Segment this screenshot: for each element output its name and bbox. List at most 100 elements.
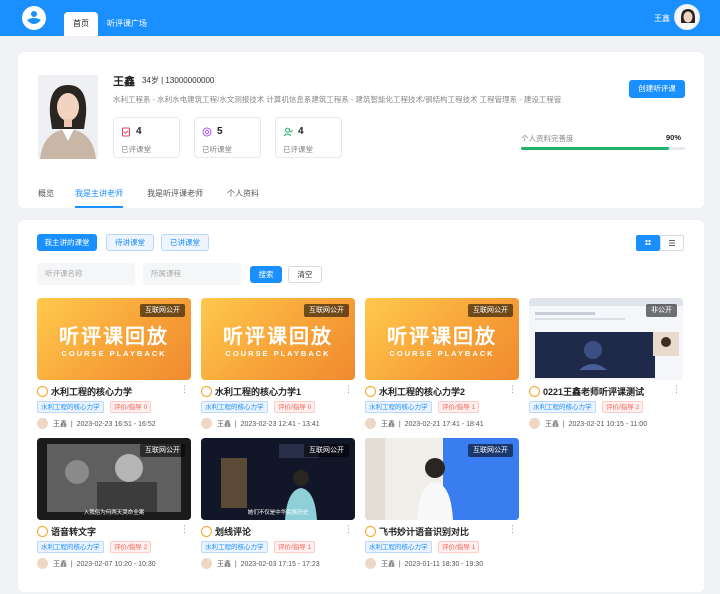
course-meta: 王鑫 | 2023-02-21 17:41 - 18:41 (381, 421, 484, 428)
grid-icon (645, 240, 651, 245)
course-thumbnail[interactable]: 听评课回放 COURSE PLAYBACK 互联网公开 (37, 298, 191, 380)
visibility-badge: 非公开 (646, 304, 677, 317)
course-thumbnail[interactable]: 互联网公开 她们不仅是中华民族历史 (201, 438, 355, 520)
search-button[interactable]: 搜索 (250, 266, 282, 283)
stat-label: 已听课堂 (202, 145, 232, 154)
stat-value: 4 (136, 126, 142, 137)
visibility-badge: 互联网公开 (304, 304, 349, 317)
tab-listen-teacher[interactable]: 我是听评课老师 (147, 188, 203, 208)
course-card[interactable]: 互联网公开 飞书妙计语音识别对比 ⋮ 水利工程的核心力学 评价/指导 1 王鑫 … (365, 438, 519, 578)
visibility-badge: 互联网公开 (140, 444, 185, 457)
filter-finished[interactable]: 已讲课堂 (161, 234, 209, 251)
playback-subtitle: COURSE PLAYBACK (389, 349, 495, 358)
course-card[interactable]: 听评课回放 COURSE PLAYBACK 互联网公开 水利工程的核心力学1 ⋮… (201, 298, 355, 438)
course-list-card: 我主讲的课堂 待讲课堂 已讲课堂 听评课名称 所属课程 搜索 清空 听评课回放 … (18, 220, 704, 592)
course-title[interactable]: 语音转文字 (51, 525, 181, 538)
completeness-value: 90% (666, 133, 682, 142)
stat-reviewed[interactable]: 4 已评课堂 (275, 117, 342, 158)
stat-label: 已评课堂 (121, 145, 151, 154)
playback-title: 听评课回放 (223, 326, 333, 348)
logo-icon[interactable] (22, 6, 46, 30)
filter-my-courses[interactable]: 我主讲的课堂 (37, 234, 97, 251)
listened-icon (202, 127, 212, 137)
course-tag: 水利工程的核心力学 (37, 541, 104, 553)
course-title[interactable]: 0221王鑫老师听评课测试 (543, 385, 673, 398)
course-tag: 水利工程的核心力学 (201, 401, 268, 413)
list-view-button[interactable] (660, 235, 684, 251)
playback-subtitle: COURSE PLAYBACK (225, 349, 331, 358)
create-listen-button[interactable]: 创建听评课 (629, 80, 685, 98)
course-thumbnail[interactable]: 听评课回放 COURSE PLAYBACK 互联网公开 (201, 298, 355, 380)
course-thumbnail[interactable]: 听评课回放 COURSE PLAYBACK 互联网公开 (365, 298, 519, 380)
teacher-avatar (365, 558, 376, 569)
playback-icon (201, 526, 212, 537)
more-icon[interactable]: ⋮ (672, 384, 681, 395)
stat-value: 5 (217, 126, 223, 137)
course-card[interactable]: 非公开 0221王鑫老师听评课测试 ⋮ 水利工程的核心力学 评价/指导 2 王鑫… (529, 298, 683, 438)
top-nav-bar: 首页 听评课广场 王鑫 (0, 0, 720, 36)
playback-icon (529, 386, 540, 397)
visibility-badge: 互联网公开 (468, 444, 513, 457)
playback-title: 听评课回放 (59, 326, 169, 348)
review-count-tag: 评价/指导 0 (110, 401, 152, 413)
stat-label: 已评课堂 (283, 145, 313, 154)
course-title[interactable]: 水利工程的核心力学1 (215, 385, 345, 398)
clear-button[interactable]: 清空 (288, 266, 322, 283)
course-card[interactable]: 互联网公开 入我俗为何两天哭命全案 语音转文字 ⋮ 水利工程的核心力学 评价/指… (37, 438, 191, 578)
profile-age-phone: 34岁 | 13000000000 (142, 76, 215, 85)
course-card[interactable]: 听评课回放 COURSE PLAYBACK 互联网公开 水利工程的核心力学 ⋮ … (37, 298, 191, 438)
course-card[interactable]: 听评课回放 COURSE PLAYBACK 互联网公开 水利工程的核心力学2 ⋮… (365, 298, 519, 438)
course-tag: 水利工程的核心力学 (529, 401, 596, 413)
visibility-badge: 互联网公开 (468, 304, 513, 317)
filter-upcoming[interactable]: 待讲课堂 (106, 234, 154, 251)
tab-overview[interactable]: 概览 (38, 188, 54, 208)
course-thumbnail[interactable]: 互联网公开 (365, 438, 519, 520)
review-count-tag: 评价/指导 1 (274, 541, 316, 553)
list-icon (669, 240, 675, 246)
course-meta: 王鑫 | 2023-02-07 10:20 - 10:30 (53, 561, 156, 568)
tab-personal-info[interactable]: 个人资料 (227, 188, 259, 208)
header-avatar[interactable] (674, 4, 700, 30)
course-tag: 水利工程的核心力学 (365, 541, 432, 553)
grid-view-button[interactable] (636, 235, 660, 251)
video-caption: 她们不仅是中华民族历史 (247, 510, 309, 516)
more-icon[interactable]: ⋮ (508, 524, 517, 535)
course-meta: 王鑫 | 2023-02-03 17:15 - 17:23 (217, 561, 320, 568)
playback-icon (37, 526, 48, 537)
search-input[interactable]: 听评课名称 (37, 263, 135, 285)
profile-photo (38, 75, 98, 159)
more-icon[interactable]: ⋮ (180, 384, 189, 395)
more-icon[interactable]: ⋮ (344, 524, 353, 535)
teacher-avatar (201, 558, 212, 569)
course-title[interactable]: 水利工程的核心力学 (51, 385, 181, 398)
profile-card: 王鑫 34岁 | 13000000000 水利工程系 - 水利水电建筑工程/水文… (18, 52, 704, 208)
course-title[interactable]: 飞书妙计语音识别对比 (379, 525, 509, 538)
course-thumbnail[interactable]: 非公开 (529, 298, 683, 380)
more-icon[interactable]: ⋮ (180, 524, 189, 535)
header-user-name[interactable]: 王鑫 (654, 13, 670, 24)
stat-evaluated[interactable]: 4 已评课堂 (113, 117, 180, 158)
course-tag: 水利工程的核心力学 (201, 541, 268, 553)
tab-home[interactable]: 首页 (64, 12, 98, 36)
more-icon[interactable]: ⋮ (344, 384, 353, 395)
stat-value: 4 (298, 126, 304, 137)
course-title[interactable]: 划线评论 (215, 525, 345, 538)
tab-listen-square[interactable]: 听评课广场 (104, 12, 150, 36)
teacher-avatar (529, 418, 540, 429)
user-icon (283, 127, 293, 137)
review-count-tag: 评价/指导 2 (110, 541, 152, 553)
teacher-avatar (37, 418, 48, 429)
stat-listened[interactable]: 5 已听课堂 (194, 117, 261, 158)
tab-main-teacher[interactable]: 我是主讲老师 (75, 188, 123, 208)
more-icon[interactable]: ⋮ (508, 384, 517, 395)
review-count-tag: 评价/指导 1 (438, 401, 480, 413)
teacher-avatar (365, 418, 376, 429)
course-tag: 水利工程的核心力学 (37, 401, 104, 413)
course-card[interactable]: 互联网公开 她们不仅是中华民族历史 划线评论 ⋮ 水利工程的核心力学 评价/指导… (201, 438, 355, 578)
playback-icon (365, 526, 376, 537)
review-count-tag: 评价/指导 2 (602, 401, 644, 413)
evaluated-icon (122, 127, 130, 137)
course-title[interactable]: 水利工程的核心力学2 (379, 385, 509, 398)
course-thumbnail[interactable]: 互联网公开 入我俗为何两天哭命全案 (37, 438, 191, 520)
course-select[interactable]: 所属课程 (143, 263, 241, 285)
